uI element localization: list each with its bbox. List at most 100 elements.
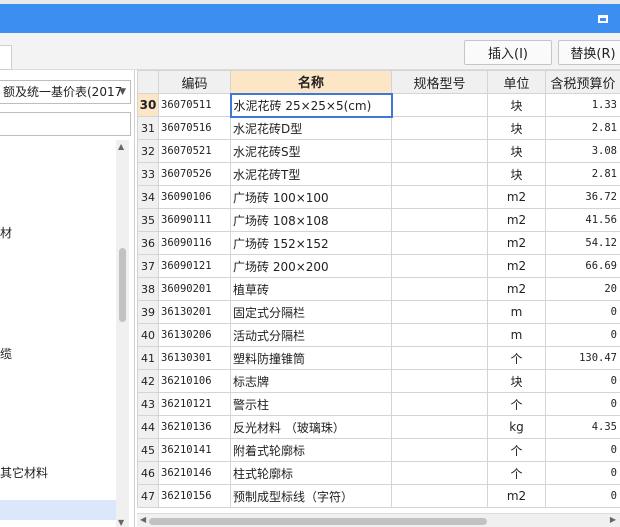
cell-code[interactable]: 36090111 [158, 208, 231, 232]
cell-price[interactable]: 3.08 [545, 139, 620, 163]
table-row[interactable]: 45 36210141 附着式轮廓标 个 0 [137, 438, 620, 462]
row-number[interactable]: 42 [137, 369, 159, 393]
maximize-button[interactable] [596, 12, 610, 25]
side-tab[interactable] [0, 45, 12, 70]
table-row[interactable]: 30 36070511 水泥花砖 25×25×5(cm) 块 1.33 [137, 92, 620, 118]
insert-button[interactable]: 插入(I) [464, 40, 552, 65]
column-header-unit[interactable]: 单位 [487, 70, 546, 94]
row-number[interactable]: 40 [137, 323, 159, 347]
cell-unit[interactable]: 块 [487, 139, 546, 163]
row-number[interactable]: 32 [137, 139, 159, 163]
row-number[interactable]: 33 [137, 162, 159, 186]
cell-unit[interactable]: 个 [487, 392, 546, 416]
table-row[interactable]: 33 36070526 水泥花砖T型 块 2.81 [137, 162, 620, 186]
cell-unit[interactable]: 块 [487, 162, 546, 186]
cell-price[interactable]: 20 [545, 277, 620, 301]
cell-name[interactable]: 柱式轮廓标 [230, 461, 392, 485]
cell-code[interactable]: 36210121 [158, 392, 231, 416]
row-number[interactable]: 47 [137, 484, 159, 508]
row-number[interactable]: 36 [137, 231, 159, 255]
cell-spec[interactable] [391, 392, 488, 416]
cell-name[interactable]: 水泥花砖S型 [230, 139, 392, 163]
cell-spec[interactable] [391, 231, 488, 255]
scroll-left-icon[interactable]: ◀ [140, 515, 146, 524]
category-search-input[interactable] [0, 112, 131, 136]
cell-unit[interactable]: m2 [487, 484, 546, 508]
cell-price[interactable]: 2.81 [545, 162, 620, 186]
cell-code[interactable]: 36070521 [158, 139, 231, 163]
cell-price[interactable]: 2.81 [545, 116, 620, 140]
cell-unit[interactable]: m2 [487, 208, 546, 232]
cell-price[interactable]: 0 [545, 438, 620, 462]
cell-price[interactable]: 130.47 [545, 346, 620, 370]
cell-spec[interactable] [391, 185, 488, 209]
row-number[interactable]: 34 [137, 185, 159, 209]
scroll-right-icon[interactable]: ▶ [610, 515, 616, 524]
cell-spec[interactable] [391, 484, 488, 508]
column-header-price[interactable]: 含税预算价 [545, 70, 620, 94]
tree-item-other-materials[interactable]: 其它材料 [0, 464, 48, 481]
cell-name[interactable]: 水泥花砖T型 [230, 162, 392, 186]
cell-price[interactable]: 0 [545, 323, 620, 347]
cell-spec[interactable] [391, 461, 488, 485]
cell-spec[interactable] [391, 277, 488, 301]
cell-unit[interactable]: 个 [487, 438, 546, 462]
cell-spec[interactable] [391, 208, 488, 232]
scroll-up-icon[interactable]: ▲ [118, 142, 124, 151]
cell-name[interactable]: 固定式分隔栏 [230, 300, 392, 324]
tree-item-material[interactable]: 材 [0, 224, 12, 241]
table-row[interactable]: 44 36210136 反光材料 （玻璃珠） kg 4.35 [137, 415, 620, 439]
replace-button[interactable]: 替换(R) [558, 40, 620, 65]
cell-name[interactable]: 塑料防撞锥筒 [230, 346, 392, 370]
scroll-down-icon[interactable]: ▼ [118, 518, 124, 527]
row-number[interactable]: 30 [137, 93, 159, 117]
row-number[interactable]: 38 [137, 277, 159, 301]
tree-item-cable[interactable]: 缆 [0, 345, 12, 362]
cell-unit[interactable]: m2 [487, 231, 546, 255]
cell-price[interactable]: 1.33 [545, 93, 620, 117]
column-header-name[interactable]: 名称 [230, 70, 392, 94]
row-number[interactable]: 43 [137, 392, 159, 416]
cell-code[interactable]: 36130201 [158, 300, 231, 324]
table-row[interactable]: 38 36090201 植草砖 m2 20 [137, 277, 620, 301]
cell-price[interactable]: 0 [545, 461, 620, 485]
cell-price[interactable]: 66.69 [545, 254, 620, 278]
cell-unit[interactable]: 块 [487, 369, 546, 393]
cell-code[interactable]: 36130206 [158, 323, 231, 347]
table-row[interactable]: 41 36130301 塑料防撞锥筒 个 130.47 [137, 346, 620, 370]
cell-unit[interactable]: kg [487, 415, 546, 439]
cell-code[interactable]: 36090116 [158, 231, 231, 255]
cell-name[interactable]: 活动式分隔栏 [230, 323, 392, 347]
cell-unit[interactable]: m [487, 300, 546, 324]
cell-spec[interactable] [391, 346, 488, 370]
cell-price[interactable]: 0 [545, 484, 620, 508]
cell-name[interactable]: 广场砖 200×200 [230, 254, 392, 278]
cell-code[interactable]: 36210136 [158, 415, 231, 439]
row-number[interactable]: 31 [137, 116, 159, 140]
column-header-code[interactable]: 编码 [158, 70, 231, 94]
table-row[interactable]: 40 36130206 活动式分隔栏 m 0 [137, 323, 620, 347]
row-number[interactable]: 45 [137, 438, 159, 462]
table-row[interactable]: 34 36090106 广场砖 100×100 m2 36.72 [137, 185, 620, 209]
cell-code[interactable]: 36070526 [158, 162, 231, 186]
cell-unit[interactable]: 块 [487, 93, 546, 117]
table-row[interactable]: 35 36090111 广场砖 108×108 m2 41.56 [137, 208, 620, 232]
table-row[interactable]: 31 36070516 水泥花砖D型 块 2.81 [137, 116, 620, 140]
table-row[interactable]: 39 36130201 固定式分隔栏 m 0 [137, 300, 620, 324]
grid-scrollbar-thumb[interactable] [149, 518, 487, 525]
table-row[interactable]: 47 36210156 预制成型标线（字符） m2 0 [137, 484, 620, 508]
cell-code[interactable]: 36130301 [158, 346, 231, 370]
cell-spec[interactable] [391, 369, 488, 393]
row-number[interactable]: 35 [137, 208, 159, 232]
cell-spec[interactable] [391, 323, 488, 347]
row-number[interactable]: 41 [137, 346, 159, 370]
category-scrollbar-thumb[interactable] [119, 248, 126, 322]
row-number[interactable]: 46 [137, 461, 159, 485]
table-row[interactable]: 43 36210121 警示柱 个 0 [137, 392, 620, 416]
row-number[interactable]: 44 [137, 415, 159, 439]
cell-unit[interactable]: 个 [487, 461, 546, 485]
cell-name[interactable]: 预制成型标线（字符） [230, 484, 392, 508]
cell-spec[interactable] [391, 93, 488, 117]
cell-price[interactable]: 41.56 [545, 208, 620, 232]
cell-unit[interactable]: 块 [487, 116, 546, 140]
